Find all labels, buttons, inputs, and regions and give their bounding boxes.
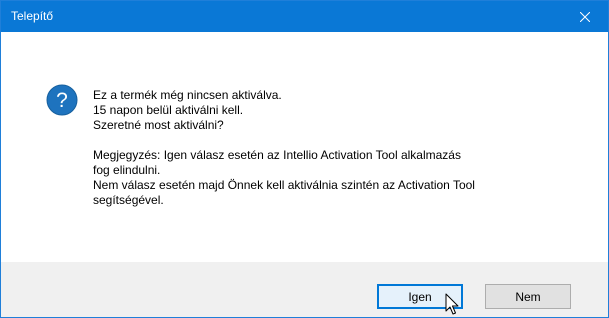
window-title: Telepítő [11,9,54,23]
message-line: 15 napon belül aktiválni kell. [93,103,244,117]
message-line: segítségével. [93,193,164,207]
svg-text:?: ? [56,89,68,112]
message-line: fog elindulni. [93,163,161,177]
close-button[interactable] [562,1,608,32]
question-icon: ? [46,84,78,116]
dialog-window: Telepítő ? Ez a termék még nincsen aktiv… [0,0,609,318]
message-line: Ez a termék még nincsen aktiválva. [93,88,282,102]
title-bar[interactable]: Telepítő [1,1,608,32]
message-line: Nem válasz esetén majd Önnek kell aktivá… [93,178,475,192]
message-line: Szeretné most aktiválni? [93,118,224,132]
message-line: Megjegyzés: Igen válasz esetén az Intell… [93,148,461,162]
mouse-cursor-icon [445,293,459,315]
no-button[interactable]: Nem [485,284,571,309]
dialog-message: Ez a termék még nincsen aktiválva. 15 na… [93,88,593,208]
button-bar: Igen Nem [1,262,608,317]
close-icon [580,11,590,22]
message-spacer [93,133,593,148]
dialog-content: ? Ez a termék még nincsen aktiválva. 15 … [1,32,608,262]
